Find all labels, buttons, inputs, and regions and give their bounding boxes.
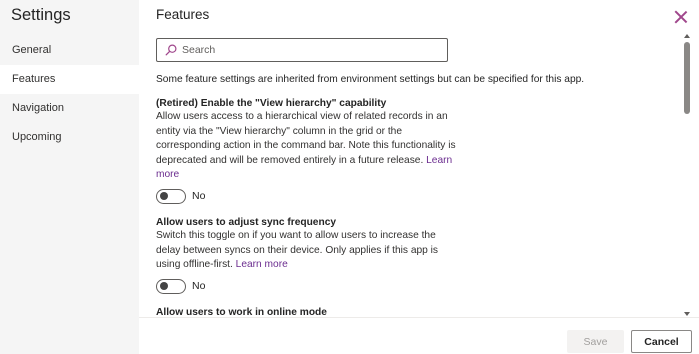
feature-view-hierarchy: (Retired) Enable the "View hierarchy" ca… bbox=[156, 98, 456, 204]
cancel-button[interactable]: Cancel bbox=[631, 330, 692, 353]
sidebar-title: Settings bbox=[11, 6, 71, 24]
sync-frequency-toggle[interactable] bbox=[156, 278, 186, 294]
intro-text: Some feature settings are inherited from… bbox=[156, 74, 585, 85]
scroll-thumb[interactable] bbox=[684, 42, 690, 114]
footer-divider bbox=[139, 317, 699, 318]
feature-sync-frequency: Allow users to adjust sync frequency Swi… bbox=[156, 217, 456, 294]
features-panel: Features Some feature settings are inher… bbox=[139, 0, 699, 354]
sidebar-item-general[interactable]: General bbox=[0, 36, 139, 65]
scroll-up-icon[interactable] bbox=[684, 34, 690, 38]
feature-description: Allow users access to a hierarchical vie… bbox=[156, 110, 456, 183]
feature-description-text: Allow users access to a hierarchical vie… bbox=[156, 111, 456, 166]
settings-sidebar: Settings General Features Navigation Upc… bbox=[0, 0, 139, 354]
close-icon[interactable] bbox=[672, 8, 690, 26]
sidebar-item-navigation[interactable]: Navigation bbox=[0, 94, 139, 123]
features-list[interactable]: Some feature settings are inherited from… bbox=[139, 68, 686, 317]
toggle-state-label: No bbox=[192, 190, 206, 203]
page-title: Features bbox=[156, 7, 210, 22]
toggle-row: No bbox=[156, 188, 456, 204]
scroll-down-icon[interactable] bbox=[684, 312, 690, 316]
scrollbar[interactable] bbox=[684, 34, 690, 316]
search-icon bbox=[165, 44, 177, 56]
view-hierarchy-toggle[interactable] bbox=[156, 188, 186, 204]
toggle-knob bbox=[160, 282, 168, 291]
save-button[interactable]: Save bbox=[567, 330, 624, 353]
feature-title: Allow users to adjust sync frequency bbox=[156, 217, 337, 228]
feature-description: Switch this toggle on if you want to all… bbox=[156, 229, 456, 273]
sidebar-item-upcoming[interactable]: Upcoming bbox=[0, 123, 139, 152]
search-input[interactable] bbox=[182, 44, 442, 56]
sidebar-item-features[interactable]: Features bbox=[0, 65, 139, 94]
feature-online-mode: Allow users to work in online mode bbox=[156, 307, 456, 317]
feature-description-text: Switch this toggle on if you want to all… bbox=[156, 230, 439, 271]
search-box[interactable] bbox=[156, 38, 448, 62]
feature-title: Allow users to work in online mode bbox=[156, 307, 327, 317]
feature-title: (Retired) Enable the "View hierarchy" ca… bbox=[156, 98, 387, 109]
toggle-knob bbox=[160, 192, 168, 201]
toggle-state-label: No bbox=[192, 280, 206, 293]
toggle-row: No bbox=[156, 278, 456, 294]
learn-more-link[interactable]: Learn more bbox=[236, 259, 288, 270]
